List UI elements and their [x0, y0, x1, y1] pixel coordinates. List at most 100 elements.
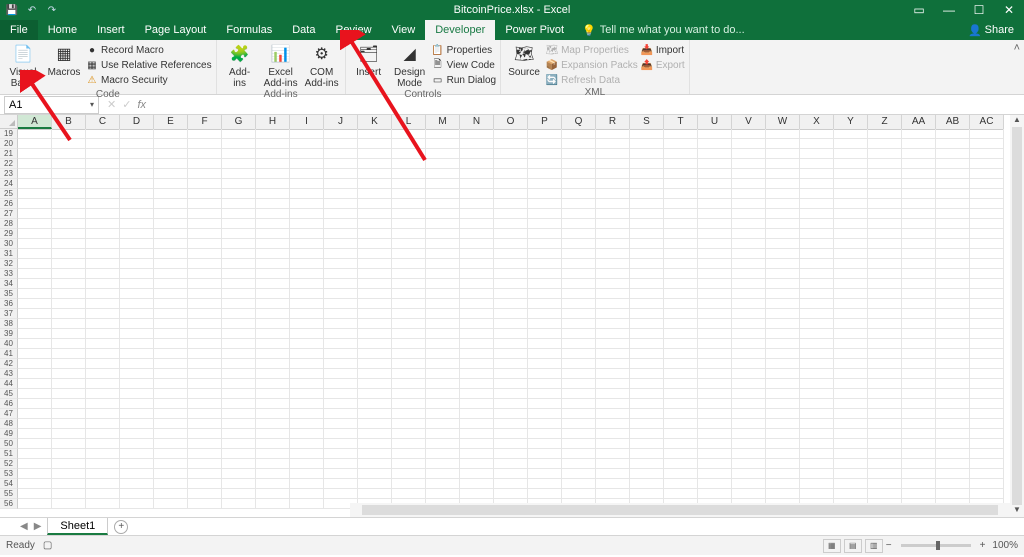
cell[interactable]: [324, 219, 358, 229]
cell[interactable]: [698, 419, 732, 429]
cell[interactable]: [154, 169, 188, 179]
cell[interactable]: [358, 419, 392, 429]
cell[interactable]: [120, 269, 154, 279]
cell[interactable]: [936, 189, 970, 199]
cell[interactable]: [868, 339, 902, 349]
cell[interactable]: [868, 479, 902, 489]
cell[interactable]: [868, 419, 902, 429]
cell[interactable]: [324, 209, 358, 219]
cell[interactable]: [154, 249, 188, 259]
cell[interactable]: [358, 369, 392, 379]
cell[interactable]: [222, 199, 256, 209]
cell[interactable]: [664, 229, 698, 239]
cell[interactable]: [460, 419, 494, 429]
cell[interactable]: [358, 199, 392, 209]
cell[interactable]: [222, 129, 256, 139]
cell[interactable]: [256, 379, 290, 389]
cell[interactable]: [256, 459, 290, 469]
cell[interactable]: [222, 339, 256, 349]
cell[interactable]: [222, 349, 256, 359]
row-header[interactable]: 52: [0, 459, 18, 469]
cell[interactable]: [120, 229, 154, 239]
cell[interactable]: [358, 389, 392, 399]
cell[interactable]: [732, 279, 766, 289]
cell[interactable]: [18, 439, 52, 449]
cell[interactable]: [528, 349, 562, 359]
cell[interactable]: [630, 439, 664, 449]
cell[interactable]: [766, 339, 800, 349]
cell[interactable]: [256, 469, 290, 479]
cell[interactable]: [732, 479, 766, 489]
cell[interactable]: [358, 129, 392, 139]
cell[interactable]: [800, 389, 834, 399]
cell[interactable]: [936, 379, 970, 389]
cell[interactable]: [868, 469, 902, 479]
cell[interactable]: [120, 179, 154, 189]
cell[interactable]: [528, 319, 562, 329]
cell[interactable]: [256, 199, 290, 209]
cell[interactable]: [562, 479, 596, 489]
cell[interactable]: [630, 199, 664, 209]
tab-developer[interactable]: Developer: [425, 20, 495, 40]
cell[interactable]: [902, 399, 936, 409]
cell[interactable]: [290, 399, 324, 409]
cell[interactable]: [936, 339, 970, 349]
cell[interactable]: [664, 289, 698, 299]
cell[interactable]: [664, 329, 698, 339]
row-header[interactable]: 23: [0, 169, 18, 179]
cell[interactable]: [800, 319, 834, 329]
cell[interactable]: [392, 429, 426, 439]
cell[interactable]: [426, 489, 460, 499]
cell[interactable]: [562, 329, 596, 339]
cell[interactable]: [392, 209, 426, 219]
cell[interactable]: [562, 159, 596, 169]
cell[interactable]: [154, 339, 188, 349]
cell[interactable]: [188, 149, 222, 159]
cell[interactable]: [868, 369, 902, 379]
cell[interactable]: [528, 399, 562, 409]
cell[interactable]: [392, 439, 426, 449]
cell[interactable]: [256, 439, 290, 449]
cell[interactable]: [970, 269, 1004, 279]
cell[interactable]: [528, 139, 562, 149]
cell[interactable]: [426, 389, 460, 399]
cell[interactable]: [460, 159, 494, 169]
cell[interactable]: [868, 389, 902, 399]
cell[interactable]: [732, 209, 766, 219]
cell[interactable]: [86, 329, 120, 339]
row-header[interactable]: 33: [0, 269, 18, 279]
cell[interactable]: [698, 459, 732, 469]
cell[interactable]: [970, 329, 1004, 339]
cell[interactable]: [426, 329, 460, 339]
cell[interactable]: [426, 459, 460, 469]
cell[interactable]: [630, 169, 664, 179]
cell[interactable]: [902, 419, 936, 429]
cell[interactable]: [154, 419, 188, 429]
cell[interactable]: [154, 479, 188, 489]
cell[interactable]: [868, 149, 902, 159]
cell[interactable]: [494, 379, 528, 389]
cell[interactable]: [528, 449, 562, 459]
cell[interactable]: [698, 319, 732, 329]
cell[interactable]: [766, 329, 800, 339]
cell[interactable]: [800, 289, 834, 299]
addins-button[interactable]: 🧩Add- ins: [221, 42, 259, 89]
properties-button[interactable]: 📋Properties: [432, 43, 496, 57]
cell[interactable]: [290, 269, 324, 279]
cell[interactable]: [562, 209, 596, 219]
cell[interactable]: [18, 139, 52, 149]
cell[interactable]: [256, 159, 290, 169]
cell[interactable]: [222, 299, 256, 309]
cell[interactable]: [290, 179, 324, 189]
cell[interactable]: [970, 279, 1004, 289]
cell[interactable]: [630, 309, 664, 319]
cell[interactable]: [188, 269, 222, 279]
cell[interactable]: [630, 489, 664, 499]
cell[interactable]: [528, 369, 562, 379]
column-header[interactable]: AA: [902, 115, 936, 129]
cell[interactable]: [494, 169, 528, 179]
cell[interactable]: [256, 209, 290, 219]
cell[interactable]: [460, 449, 494, 459]
cell[interactable]: [970, 439, 1004, 449]
cell[interactable]: [120, 259, 154, 269]
